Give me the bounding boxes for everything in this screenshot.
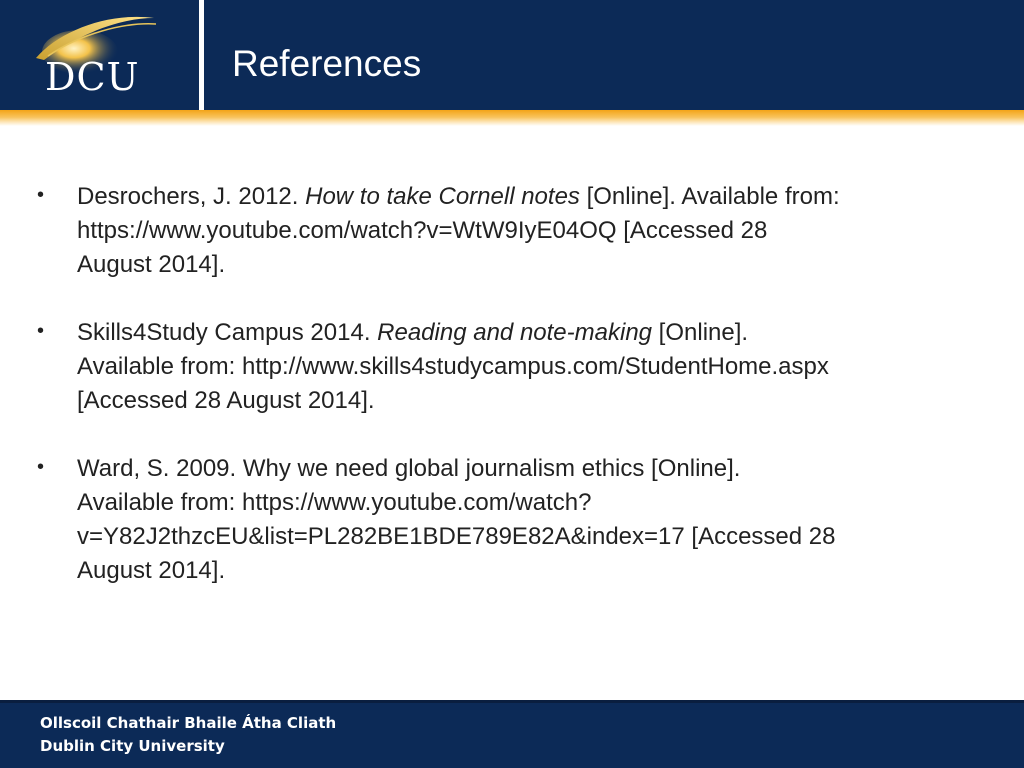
reference-text: Ward, S. 2009. Why we need global journa…	[77, 452, 994, 588]
reference-segment: Available from: http://www.skills4studyc…	[77, 353, 829, 380]
reference-line: Available from: http://www.skills4studyc…	[77, 350, 994, 384]
reference-segment: [Online]. Available from:	[579, 183, 840, 210]
footer-english-name: Dublin City University	[40, 737, 225, 755]
slide-title: References	[232, 43, 422, 84]
bullet-icon: •	[37, 320, 45, 342]
reference-line: Available from: https://www.youtube.com/…	[77, 486, 994, 520]
reference-segment: Ward, S. 2009. Why we need global journa…	[77, 455, 741, 482]
footer-bar: Ollscoil Chathair Bhaile Átha Cliath Dub…	[0, 700, 1024, 768]
reference-title: How to take Cornell notes	[305, 183, 580, 210]
reference-line: https://www.youtube.com/watch?v=WtW9IyE0…	[77, 214, 994, 248]
reference-segment: [Online].	[652, 319, 749, 346]
reference-segment: August 2014].	[77, 557, 226, 584]
bullet-icon: •	[37, 184, 45, 206]
header-bar: DCU References	[0, 0, 1024, 110]
reference-item: • Skills4Study Campus 2014. Reading and n…	[0, 316, 1024, 418]
reference-list: • Desrochers, J. 2012. How to take Cornel…	[0, 180, 1024, 588]
reference-title: Reading and note-making	[377, 319, 653, 346]
footer-irish-name: Ollscoil Chathair Bhaile Átha Cliath	[40, 714, 337, 732]
reference-line: Ward, S. 2009. Why we need global journa…	[77, 452, 994, 486]
reference-line: Desrochers, J. 2012. How to take Cornell…	[77, 180, 994, 214]
references-content: • Desrochers, J. 2012. How to take Cornel…	[0, 180, 1024, 622]
logo-wordmark: DCU	[45, 55, 140, 99]
reference-text: Skills4Study Campus 2014. Reading and no…	[77, 316, 994, 418]
reference-line: August 2014].	[77, 554, 994, 588]
reference-segment: v=Y82J2thzcEU&list=PL282BE1BDE789E82A&in…	[77, 523, 836, 550]
reference-item: • Ward, S. 2009. Why we need global journ…	[0, 452, 1024, 588]
reference-line: v=Y82J2thzcEU&list=PL282BE1BDE789E82A&in…	[77, 520, 994, 554]
reference-segment: Available from: https://www.youtube.com/…	[77, 489, 592, 516]
reference-item: • Desrochers, J. 2012. How to take Cornel…	[0, 180, 1024, 282]
reference-segment: [Accessed 28 August 2014].	[77, 387, 375, 414]
header-divider	[199, 0, 204, 110]
reference-segment: August 2014].	[77, 251, 226, 278]
reference-line: [Accessed 28 August 2014].	[77, 384, 994, 418]
reference-text: Desrochers, J. 2012. How to take Cornell…	[77, 180, 994, 282]
gold-accent-bar	[0, 110, 1024, 126]
slide: DCU References • Desrochers, J. 2012. How…	[0, 0, 1024, 768]
reference-line: August 2014].	[77, 248, 994, 282]
reference-segment: Skills4Study Campus 2014.	[77, 319, 378, 346]
bullet-icon: •	[37, 456, 45, 478]
reference-segment: Desrochers, J. 2012.	[77, 183, 306, 210]
reference-segment: https://www.youtube.com/watch?v=WtW9IyE0…	[77, 217, 768, 244]
reference-line: Skills4Study Campus 2014. Reading and no…	[77, 316, 994, 350]
